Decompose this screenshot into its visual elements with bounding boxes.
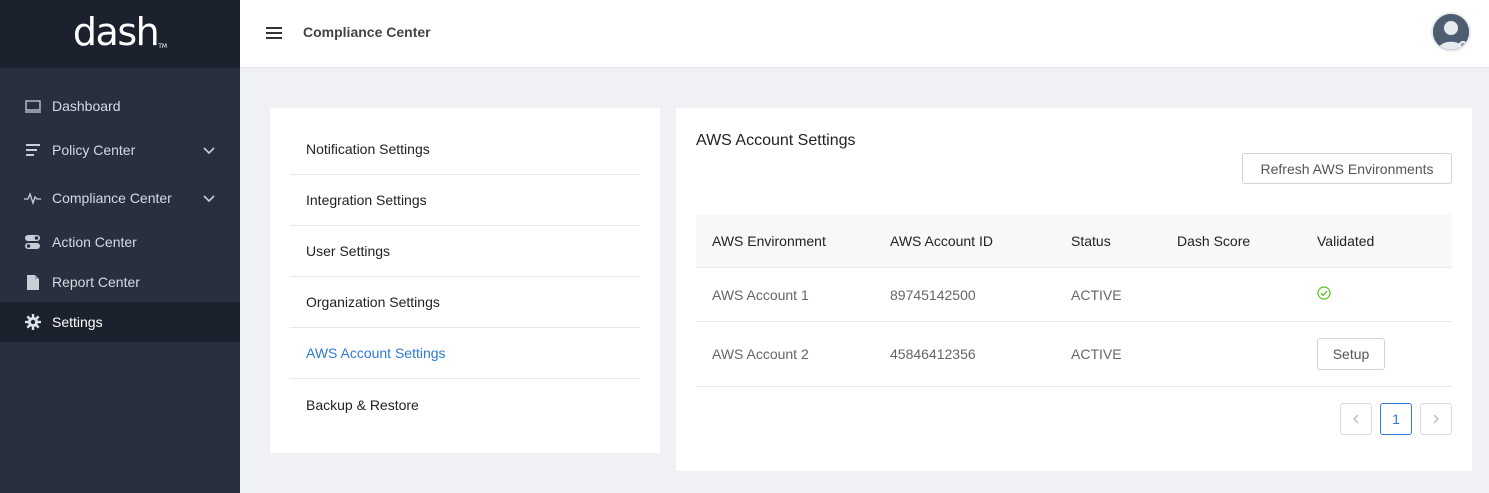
sidebar-nav: Dashboard Policy Center Compliance Cente… <box>0 68 240 342</box>
sidebar-item-label: Report Center <box>52 274 140 290</box>
sidebar: dashTM Dashboard Policy Center Complianc… <box>0 0 240 493</box>
column-header-status: Status <box>1071 232 1111 249</box>
logo-trademark: TM <box>158 43 168 50</box>
column-header-account-id: AWS Account ID <box>890 232 993 249</box>
settings-menu-card: Notification Settings Integration Settin… <box>270 108 660 453</box>
table-header: AWS Environment AWS Account ID Status Da… <box>696 214 1452 268</box>
settings-item-user[interactable]: User Settings <box>290 226 640 277</box>
hamburger-menu-icon[interactable] <box>266 26 282 40</box>
logo-text: dash <box>72 10 160 54</box>
sidebar-item-report-center[interactable]: Report Center <box>0 262 240 302</box>
cell-environment: AWS Account 1 <box>712 286 809 303</box>
table-row: AWS Account 1 89745142500 ACTIVE <box>696 268 1452 322</box>
page-title: Compliance Center <box>303 24 431 40</box>
pagination-next-button[interactable] <box>1420 403 1452 435</box>
pagination-prev-button[interactable] <box>1340 403 1372 435</box>
cell-validated: Setup <box>1317 338 1452 370</box>
chevron-down-icon[interactable] <box>202 191 216 205</box>
cell-status: ACTIVE <box>1071 286 1122 303</box>
cell-account-id: 89745142500 <box>890 286 976 303</box>
refresh-aws-environments-button[interactable]: Refresh AWS Environments <box>1242 153 1452 184</box>
check-circle-icon <box>1317 286 1331 300</box>
sidebar-item-label: Settings <box>52 314 103 330</box>
aws-accounts-table: AWS Environment AWS Account ID Status Da… <box>696 214 1452 387</box>
toggle-icon <box>24 234 41 251</box>
logo[interactable]: dashTM <box>73 10 167 54</box>
pagination: 1 <box>1340 403 1452 435</box>
top-header: Compliance Center <box>240 0 1489 68</box>
setup-button[interactable]: Setup <box>1317 338 1385 370</box>
column-header-environment: AWS Environment <box>712 232 826 249</box>
sidebar-item-action-center[interactable]: Action Center <box>0 222 240 262</box>
chevron-down-icon[interactable] <box>202 143 216 157</box>
sidebar-item-compliance-center[interactable]: Compliance Center <box>0 174 240 222</box>
sidebar-item-settings[interactable]: Settings <box>0 302 240 342</box>
monitor-icon <box>24 98 41 115</box>
sidebar-item-dashboard[interactable]: Dashboard <box>0 86 240 126</box>
gear-icon <box>24 314 41 331</box>
user-avatar[interactable] <box>1431 12 1471 52</box>
settings-item-integration[interactable]: Integration Settings <box>290 175 640 226</box>
column-header-validated: Validated <box>1317 232 1375 249</box>
sidebar-item-label: Dashboard <box>52 98 121 114</box>
section-title: AWS Account Settings <box>696 132 856 149</box>
settings-item-organization[interactable]: Organization Settings <box>290 277 640 328</box>
cell-status: ACTIVE <box>1071 346 1122 362</box>
cell-environment: AWS Account 2 <box>712 346 809 362</box>
pulse-icon <box>24 190 41 207</box>
file-icon <box>24 274 41 291</box>
aws-settings-card: AWS Account Settings Refresh AWS Environ… <box>676 108 1472 471</box>
pagination-page-button[interactable]: 1 <box>1380 403 1412 435</box>
cell-validated <box>1317 286 1452 303</box>
list-icon <box>24 142 41 159</box>
cell-account-id: 45846412356 <box>890 346 976 362</box>
sidebar-item-label: Action Center <box>52 234 137 250</box>
column-header-dash-score: Dash Score <box>1177 232 1251 249</box>
sidebar-item-label: Policy Center <box>52 142 136 158</box>
table-row: AWS Account 2 45846412356 ACTIVE Setup <box>696 322 1452 387</box>
chevron-right-icon <box>1432 414 1440 424</box>
logo-bar: dashTM <box>0 0 240 68</box>
sidebar-item-label: Compliance Center <box>52 190 172 206</box>
settings-item-aws-account[interactable]: AWS Account Settings <box>290 328 640 379</box>
settings-item-backup-restore[interactable]: Backup & Restore <box>290 379 640 430</box>
chevron-left-icon <box>1352 414 1360 424</box>
sidebar-item-policy-center[interactable]: Policy Center <box>0 126 240 174</box>
settings-item-notification[interactable]: Notification Settings <box>290 124 640 175</box>
